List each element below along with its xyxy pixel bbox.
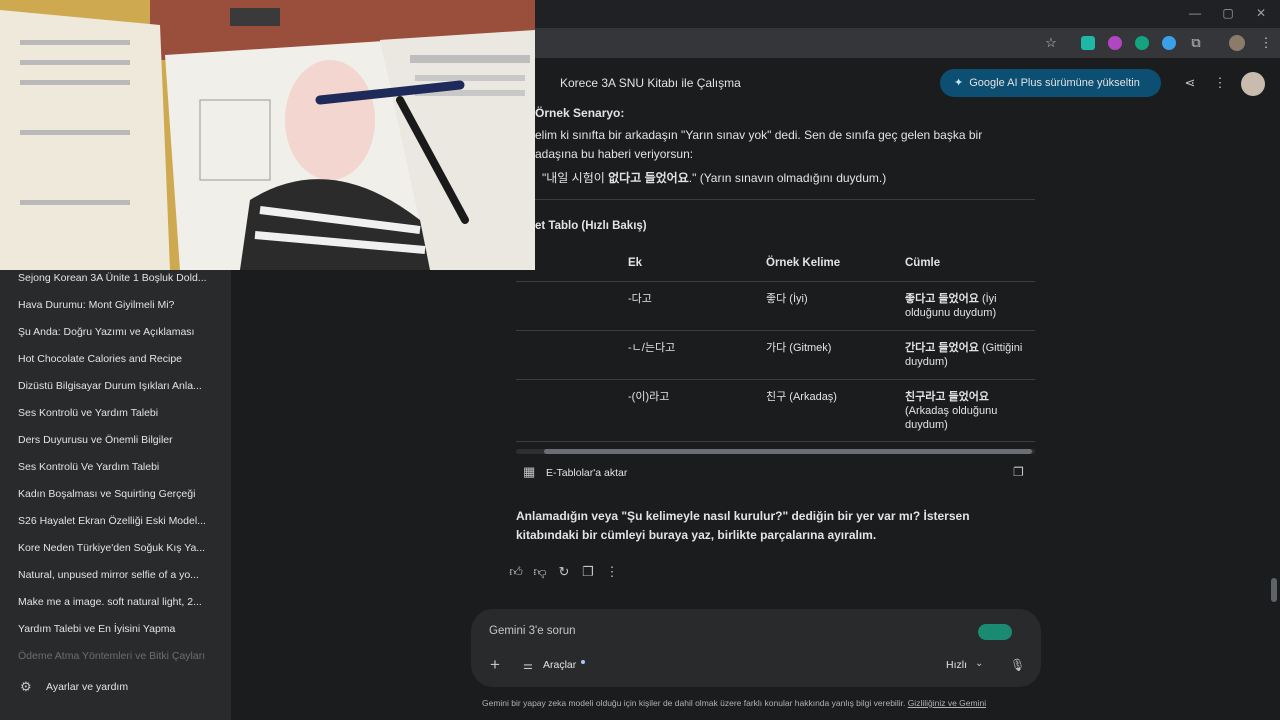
chevron-down-icon[interactable]: ⌄ [975,658,983,669]
disclaimer-text: Gemini bir yapay zeka modeli olduğu için… [482,698,908,708]
extension-purple-icon[interactable] [1108,36,1122,50]
table-cell: -(이)라고 [628,391,670,403]
maximize-button[interactable]: ▢ [1213,4,1243,22]
webcam-overlay [0,0,535,270]
minimize-button[interactable]: — [1180,4,1210,22]
regenerate-icon[interactable]: ↻ [554,563,574,581]
table-cell: 좋다 (İyi) [766,293,808,305]
add-attachment-icon[interactable]: + [486,656,504,674]
table-cell: -ㄴ/는다고 [628,342,676,354]
share-icon[interactable]: ⋖ [1180,74,1200,92]
example-quote: "내일 시험이 없다고 들었어요." (Yarın sınavın olmadı… [542,169,886,188]
table-scrollbar[interactable] [516,449,1035,454]
cell-bold: 친구라고 들었어요 [905,391,990,403]
sidebar-item[interactable]: Yardım Talebi ve En İyisini Yapma [18,619,218,639]
sidebar-item[interactable]: Şu Anda: Doğru Yazımı ve Açıklaması [18,322,218,342]
settings-gear-icon[interactable]: ⚙ [20,680,34,694]
copy-table-icon[interactable]: ❐ [1013,465,1027,479]
table-divider [516,441,1035,442]
model-mode-selector[interactable]: Hızlı [946,659,967,671]
table-divider [516,379,1035,380]
table-scroll-thumb[interactable] [544,449,1032,454]
prompt-input[interactable]: Gemini 3'e sorun [489,625,576,637]
export-sheets-button[interactable]: E-Tablolar'a aktar [546,467,627,479]
upgrade-button[interactable]: ✦ Google AI Plus sürümüne yükseltin [940,69,1161,97]
sidebar-item[interactable]: Dizüstü Bilgisayar Durum Işıkları Anla..… [18,376,218,396]
extension-grammarly-icon[interactable] [1135,36,1149,50]
extensions-puzzle-icon[interactable]: ⧉ [1186,34,1206,52]
closing-line1: Anlamadığın veya "Şu kelimeyle nasıl kur… [516,509,970,523]
settings-help-link[interactable]: Ayarlar ve yardım [46,681,128,693]
cell-bold: 간다고 들었어요 [905,342,979,354]
table-cell: 친구 (Arkadaş) [766,391,837,403]
extension-teal-icon[interactable] [1081,36,1095,50]
table-divider [516,330,1035,331]
profile-avatar[interactable] [1229,35,1245,51]
sidebar-item[interactable]: Ses Kontrolü ve Yardım Talebi [18,403,218,423]
sidebar-item[interactable]: Hot Chocolate Calories and Recipe [18,349,218,369]
privacy-link[interactable]: Gizliliğiniz ve Gemini [908,698,986,708]
table-divider [516,281,1035,282]
table-cell: 간다고 들었어요 (Gittiğini duydum) [905,341,1030,369]
thumbs-up-icon[interactable]: 👍︎ [506,563,526,581]
table-cell: -다고 [628,293,652,305]
table-cell: 가다 (Gitmek) [766,342,832,354]
sidebar-item[interactable]: Ders Duyurusu ve Önemli Bilgiler [18,430,218,450]
quote-translation: ." (Yarın sınavın olmadığını duydum.) [688,171,887,185]
closing-line2: kitabındaki bir cümleyi buraya yaz, birl… [516,528,877,542]
close-window-button[interactable]: ✕ [1246,4,1276,22]
more-actions-icon[interactable]: ⋮ [602,563,622,581]
grammarly-badge-icon[interactable] [978,624,1012,640]
thumbs-down-icon[interactable]: 👎︎ [530,563,550,581]
table-heading: et Tablo (Hızlı Bakış) [535,220,647,232]
sidebar-item[interactable]: S26 Hayalet Ekran Özelliği Eski Model... [18,511,218,531]
footer-disclaimer: Gemini bir yapay zeka modeli olduğu için… [482,698,1042,708]
account-avatar[interactable] [1241,72,1265,96]
sheets-table-icon: ▦ [523,464,536,479]
scenario-heading: Örnek Senaryo: [535,106,625,120]
cell-rest: (Arkadaş olduğunu duydum) [905,405,998,431]
upgrade-label: Google AI Plus sürümüne yükseltin [969,77,1140,89]
tools-sliders-icon: ⚌ [523,660,533,672]
more-options-icon[interactable]: ⋮ [1210,74,1230,92]
sidebar-item[interactable]: Sejong Korean 3A Ünite 1 Boşluk Dold... [18,268,218,288]
tools-dot-indicator [581,660,585,664]
divider [516,199,1035,200]
table-header-kelime: Örnek Kelime [766,257,841,269]
sidebar-item[interactable]: Ses Kontrolü Ve Yardım Talebi [18,457,218,477]
scenario-text-line1: elim ki sınıfta bir arkadaşın "Yarın sın… [535,128,983,142]
sidebar-item[interactable]: Kadın Boşalması ve Squirting Gerçeği [18,484,218,504]
tools-button[interactable]: Araçlar [543,659,576,671]
table-cell: 좋다고 들었어요 (İyi olduğunu duydum) [905,292,1030,320]
page-scrollbar[interactable] [1271,578,1277,602]
quote-text: "내일 시험이 [542,171,609,185]
sidebar-item[interactable]: Ödeme Atma Yöntemleri ve Bitki Çayları [18,646,218,666]
scenario-text-line2: adaşına bu haberi veriyorsun: [535,147,694,161]
browser-menu-icon[interactable]: ⋮ [1256,34,1276,52]
chat-title: Korece 3A SNU Kitabı ile Çalışma [560,76,741,90]
sidebar-item[interactable]: Kore Neden Türkiye'den Soğuk Kış Ya... [18,538,218,558]
bookmark-star-icon[interactable]: ☆ [1041,34,1061,52]
prompt-composer [471,609,1041,687]
table-cell: 친구라고 들었어요 (Arkadaş olduğunu duydum) [905,390,1030,432]
quote-bold: 없다고 들었어요 [608,171,689,185]
sidebar-item[interactable]: Natural, unpused mirror selfie of a yo..… [18,565,218,585]
table-header-ek: Ek [628,257,643,269]
sidebar-item[interactable]: Hava Durumu: Mont Giyilmeli Mi? [18,295,218,315]
cell-bold: 좋다고 들었어요 [905,293,979,305]
microphone-icon[interactable]: 🎙︎ [1010,657,1025,673]
table-header-cumle: Cümle [905,257,941,269]
sidebar-item[interactable]: Make me a image. soft natural light, 2..… [18,592,218,612]
extension-cloud-icon[interactable] [1162,36,1176,50]
webcam-scene-image [0,0,535,270]
sparkle-icon: ✦ [954,77,964,89]
copy-icon[interactable]: ❐ [578,563,598,581]
